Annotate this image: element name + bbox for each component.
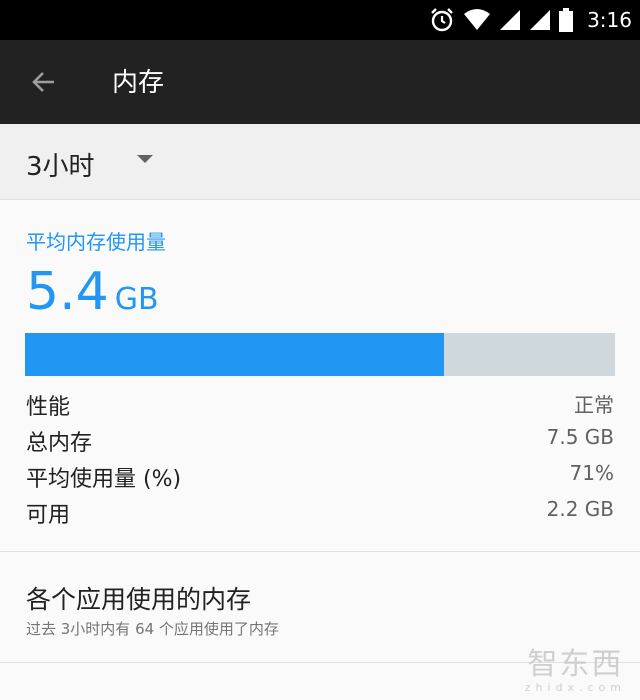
app-memory-title: 各个应用使用的内存	[26, 585, 252, 614]
time-range-value: 3小时	[26, 152, 95, 182]
watermark-text: 智东西	[527, 647, 624, 682]
stat-value: 正常	[574, 393, 614, 417]
stat-label: 性能	[26, 395, 71, 420]
average-memory-unit: GB	[114, 282, 159, 317]
stat-label: 总内存	[26, 431, 93, 456]
status-icons: 3:16	[429, 0, 632, 40]
signal-icon	[530, 10, 551, 30]
stat-label: 可用	[26, 503, 71, 528]
status-bar: 3:16	[0, 0, 640, 40]
memory-usage-fill	[25, 333, 444, 376]
app-bar: 内存	[0, 40, 640, 124]
app-memory-subtitle: 过去 3小时内有 64 个应用使用了内存	[26, 620, 279, 638]
stat-value: 2.2 GB	[546, 497, 614, 521]
stat-label: 平均使用量 (%)	[26, 467, 182, 492]
average-memory-value: 5.4 GB	[26, 262, 159, 322]
signal-icon	[500, 10, 521, 30]
alarm-icon	[431, 8, 453, 32]
memory-usage-bar	[25, 333, 615, 376]
caret-down-icon[interactable]	[137, 155, 153, 163]
stat-row-performance: 性能 正常	[26, 389, 614, 423]
watermark-subtext: zhidx.com	[524, 681, 626, 694]
memory-summary-card: 平均内存使用量 5.4 GB 性能 正常 总内存 7.5 GB 平均使用量 (%)…	[0, 200, 640, 551]
time-range-dropdown[interactable]: 3小时	[0, 124, 640, 200]
stat-value: 7.5 GB	[546, 425, 614, 449]
average-memory-number: 5.4	[26, 262, 109, 322]
stat-value: 71%	[569, 461, 614, 485]
stat-row-total-memory: 总内存 7.5 GB	[26, 425, 614, 459]
stat-row-available: 可用 2.2 GB	[26, 497, 614, 531]
stat-row-average-usage: 平均使用量 (%) 71%	[26, 461, 614, 495]
average-memory-label: 平均内存使用量	[26, 230, 166, 254]
page-title: 内存	[112, 68, 165, 98]
app-memory-usage-item[interactable]: 各个应用使用的内存 过去 3小时内有 64 个应用使用了内存	[0, 552, 640, 662]
watermark-logo: 智东西 zhidx.com	[524, 647, 626, 695]
wifi-icon	[464, 9, 491, 30]
battery-icon	[559, 8, 574, 32]
status-time: 3:16	[587, 8, 632, 32]
arrow-left-icon[interactable]	[28, 66, 60, 98]
